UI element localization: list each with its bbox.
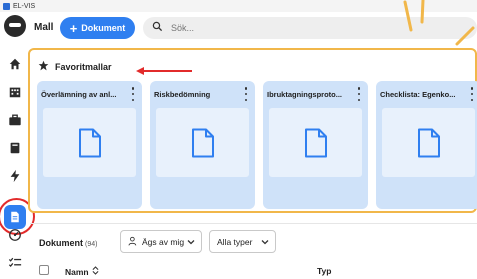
building-icon[interactable] (7, 84, 23, 100)
new-document-label: Dokument (81, 23, 126, 33)
documents-count: (94) (85, 241, 98, 248)
favorites-title: Favoritmallar (55, 61, 112, 72)
sort-icon[interactable] (92, 266, 99, 277)
card-preview (269, 108, 362, 177)
favorites-header: Favoritmallar (38, 60, 112, 73)
file-icon (304, 128, 327, 157)
checklist-icon[interactable] (7, 255, 23, 271)
documents-label: Dokument (39, 238, 84, 248)
more-options-icon[interactable] (469, 87, 475, 101)
search-input[interactable] (171, 23, 371, 33)
section-divider (30, 223, 477, 224)
home-icon[interactable] (7, 56, 23, 72)
window-title: EL-VIS (13, 2, 36, 10)
card-preview (43, 108, 136, 177)
card-title: Riskbedömning (154, 90, 211, 99)
owner-filter-dropdown[interactable]: Ägs av mig (120, 230, 202, 253)
annotation-arrow (136, 67, 192, 75)
column-header-type[interactable]: Typ (317, 266, 331, 276)
card-preview (156, 108, 249, 177)
favorite-cards: Överlämning av anl... Riskbedömning Ibru… (37, 81, 477, 209)
card-title: Checklista: Egenko... (380, 90, 456, 99)
type-filter-label: Alla typer (217, 236, 253, 247)
file-icon (78, 128, 101, 157)
document-icon[interactable] (4, 205, 26, 229)
owner-filter-label: Ägs av mig (142, 236, 185, 247)
documents-heading: Dokument (94) (39, 238, 97, 248)
template-card[interactable]: Överlämning av anl... (37, 81, 142, 209)
search-icon (152, 19, 163, 37)
more-options-icon[interactable] (356, 87, 362, 101)
lightning-icon[interactable] (7, 168, 23, 184)
card-title: Ibruktagningsproto... (267, 90, 342, 99)
plus-icon: + (69, 20, 78, 36)
file-icon (417, 128, 440, 157)
highlight-rays (403, 0, 475, 46)
select-all-checkbox[interactable] (39, 265, 49, 275)
type-filter-dropdown[interactable]: Alla typer (209, 230, 276, 253)
page-title: Mall (34, 22, 54, 33)
app-icon (3, 2, 10, 10)
gauge-icon[interactable] (7, 227, 23, 243)
star-icon (38, 60, 49, 73)
person-icon (128, 236, 138, 248)
new-document-button[interactable]: + Dokument (60, 17, 135, 39)
app-logo-icon[interactable] (4, 15, 26, 37)
more-options-icon[interactable] (130, 87, 136, 101)
sidebar (0, 12, 35, 279)
favorite-templates-panel: Favoritmallar Överlämning av anl... Risk… (28, 48, 477, 213)
chevron-down-icon (261, 240, 269, 245)
briefcase-icon[interactable] (7, 112, 23, 128)
template-card[interactable]: Ibruktagningsproto... (263, 81, 368, 209)
card-title: Överlämning av anl... (41, 90, 117, 99)
card-preview (382, 108, 475, 177)
template-card[interactable]: Checklista: Egenko... (376, 81, 477, 209)
chevron-down-icon (187, 240, 195, 245)
book-icon[interactable] (7, 140, 23, 156)
more-options-icon[interactable] (243, 87, 249, 101)
column-header-name[interactable]: Namn (65, 266, 99, 277)
template-card[interactable]: Riskbedömning (150, 81, 255, 209)
file-icon (191, 128, 214, 157)
column-name-label: Namn (65, 266, 89, 277)
